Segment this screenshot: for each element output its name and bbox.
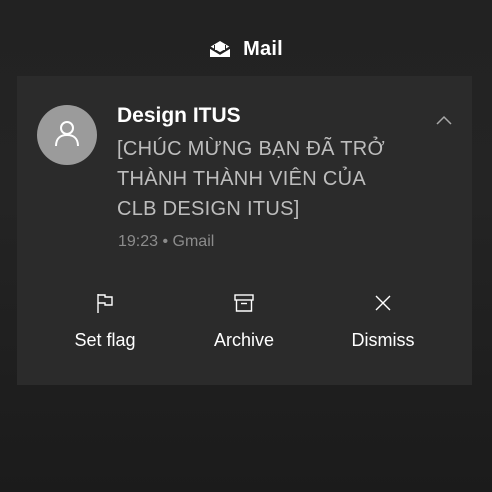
subject-line: THÀNH THÀNH VIÊN CỦA [117, 168, 366, 190]
person-icon [52, 118, 82, 153]
chevron-up-icon [435, 114, 459, 126]
close-icon [372, 292, 394, 314]
dismiss-button[interactable]: Dismiss [323, 284, 443, 356]
notification-card[interactable]: Design ITUS [CHÚC MỪNG BẠN ĐÃ TRỞ THÀNH … [17, 76, 472, 385]
subject-line: CLB DESIGN ITUS] [117, 198, 300, 220]
flag-icon [94, 292, 116, 314]
app-title: Mail [243, 37, 283, 60]
archive-button[interactable]: Archive [184, 284, 304, 356]
set-flag-label: Set flag [74, 330, 136, 350]
collapse-button[interactable] [435, 114, 459, 130]
app-header: Mail [0, 36, 492, 62]
mail-envelope-icon [209, 40, 231, 58]
sender-name: Design ITUS [117, 104, 241, 127]
set-flag-button[interactable]: Set flag [45, 284, 165, 356]
subject-line: [CHÚC MỪNG BẠN ĐÃ TRỞ [117, 138, 385, 160]
avatar [37, 105, 97, 165]
archive-icon [233, 292, 255, 314]
dismiss-label: Dismiss [351, 330, 415, 350]
email-subject: [CHÚC MỪNG BẠN ĐÃ TRỞ THÀNH THÀNH VIÊN C… [117, 134, 417, 224]
notification-meta: 19:23 • Gmail [118, 233, 215, 250]
archive-label: Archive [213, 330, 275, 350]
